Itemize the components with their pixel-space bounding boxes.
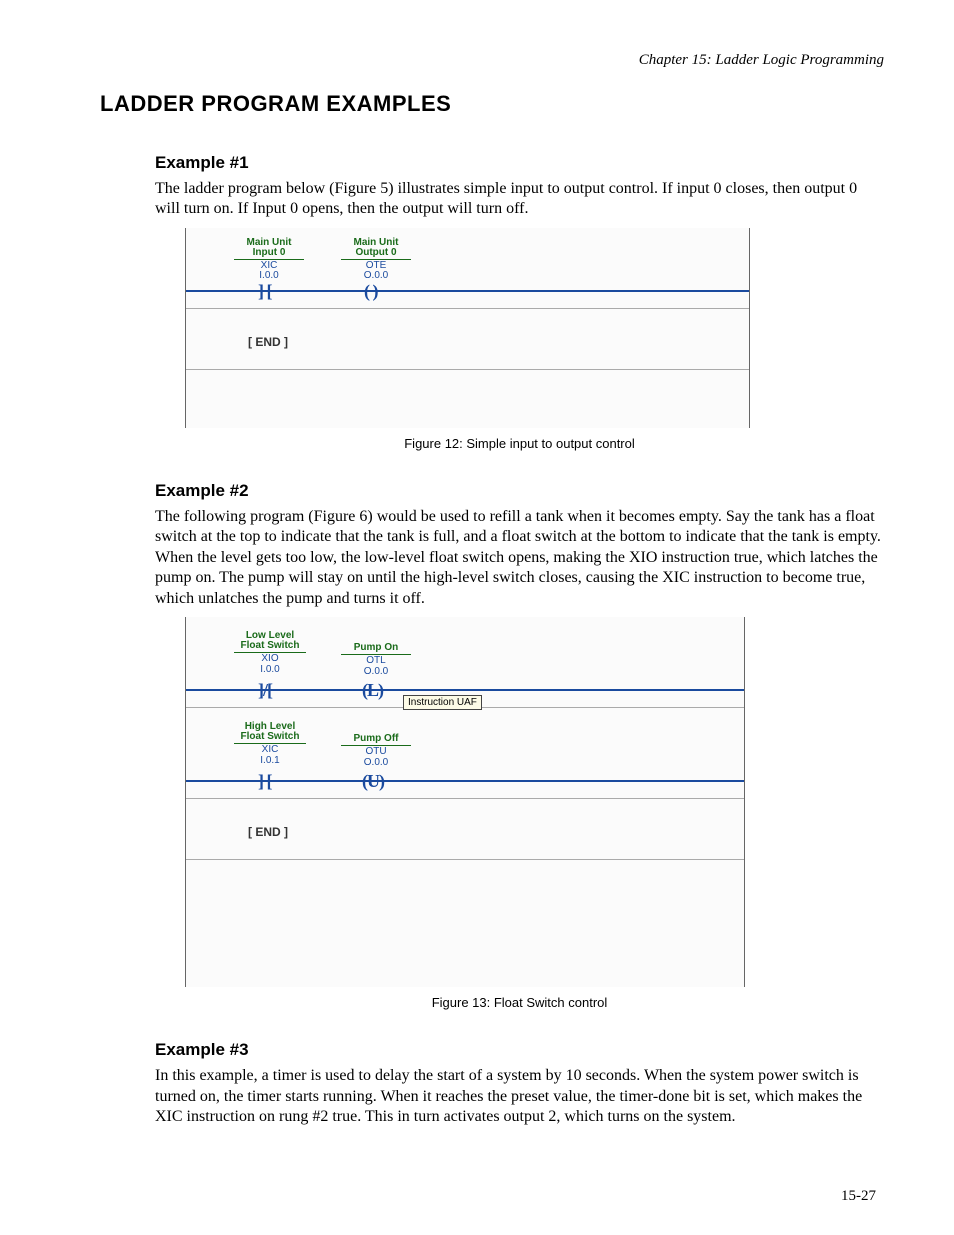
example-3-body: In this example, a timer is used to dela… xyxy=(155,1066,884,1127)
figure-12-diagram: Main Unit Input 0 XIC I.0.0 ] [ Main Uni… xyxy=(185,228,750,428)
ote-instruction: Main Unit Output 0 OTE O.0.0 xyxy=(341,238,411,282)
xic-symbol: ] [ xyxy=(258,282,272,300)
rung-2: High Level Float Switch XIC I.0.1 ] [ Pu… xyxy=(186,708,744,798)
end-label: [ END ] xyxy=(248,335,288,349)
example-1-body: The ladder program below (Figure 5) illu… xyxy=(155,179,884,220)
rung-1: Low Level Float Switch XIO I.0.0 ]/[ Pum… xyxy=(186,617,744,707)
figure-12-caption: Figure 12: Simple input to output contro… xyxy=(155,436,884,451)
otl-instruction: Pump On OTL O.0.0 xyxy=(341,643,411,677)
otl-symbol: (L) xyxy=(362,681,383,699)
example-2-title: Example #2 xyxy=(155,481,884,501)
otu-symbol: (U) xyxy=(362,772,384,790)
ote-symbol: ( ) xyxy=(364,282,378,300)
rung-1: Main Unit Input 0 XIC I.0.0 ] [ Main Uni… xyxy=(186,228,749,308)
example-3-title: Example #3 xyxy=(155,1040,884,1060)
xic-instruction: Main Unit Input 0 XIC I.0.0 xyxy=(234,238,304,282)
otu-instruction: Pump Off OTU O.0.0 xyxy=(341,734,411,768)
page-number: 15-27 xyxy=(841,1188,876,1205)
example-2: Example #2 The following program (Figure… xyxy=(155,481,884,1010)
page-title: LADDER PROGRAM EXAMPLES xyxy=(100,91,884,117)
figure-13-caption: Figure 13: Float Switch control xyxy=(155,995,884,1010)
end-label: [ END ] xyxy=(248,825,288,839)
end-rung: [ END ] xyxy=(186,309,749,369)
example-2-body: The following program (Figure 6) would b… xyxy=(155,507,884,609)
example-1: Example #1 The ladder program below (Fig… xyxy=(155,153,884,451)
chapter-header: Chapter 15: Ladder Logic Programming xyxy=(100,52,884,69)
xio-instruction: Low Level Float Switch XIO I.0.0 xyxy=(234,631,306,675)
figure-13-diagram: Low Level Float Switch XIO I.0.0 ]/[ Pum… xyxy=(185,617,745,987)
example-3: Example #3 In this example, a timer is u… xyxy=(155,1040,884,1127)
end-rung: [ END ] xyxy=(186,799,744,859)
xio-symbol: ]/[ xyxy=(258,681,272,699)
xic-symbol: ] [ xyxy=(258,772,272,790)
example-1-title: Example #1 xyxy=(155,153,884,173)
xic-instruction: High Level Float Switch XIC I.0.1 xyxy=(234,722,306,766)
